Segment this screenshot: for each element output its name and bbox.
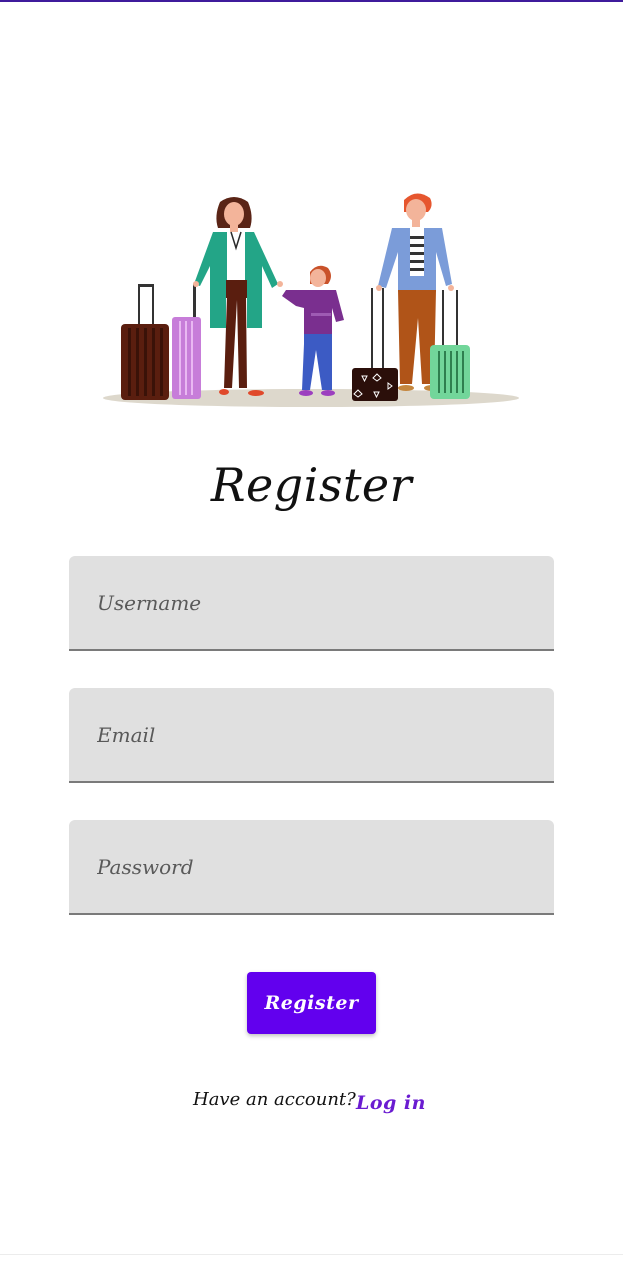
woman-figure-icon xyxy=(193,197,283,396)
dark-suitcase-icon xyxy=(352,288,398,401)
username-field[interactable] xyxy=(69,556,554,651)
child-figure-icon xyxy=(282,265,344,396)
email-input[interactable] xyxy=(69,688,554,781)
have-account-label: Have an account? xyxy=(193,1089,356,1110)
password-input[interactable] xyxy=(69,820,554,913)
email-field[interactable] xyxy=(69,688,554,783)
brown-suitcase-icon xyxy=(121,284,169,400)
family-travel-illustration xyxy=(103,193,519,407)
bottom-divider xyxy=(0,1254,623,1255)
green-suitcase-icon xyxy=(430,290,470,399)
password-field[interactable] xyxy=(69,820,554,915)
register-button[interactable]: Register xyxy=(247,972,376,1034)
username-input[interactable] xyxy=(69,556,554,649)
pink-suitcase-icon xyxy=(172,284,201,399)
page-title: Register xyxy=(210,458,413,512)
login-link[interactable]: Log in xyxy=(356,1092,426,1114)
status-accent-bar xyxy=(0,0,623,2)
